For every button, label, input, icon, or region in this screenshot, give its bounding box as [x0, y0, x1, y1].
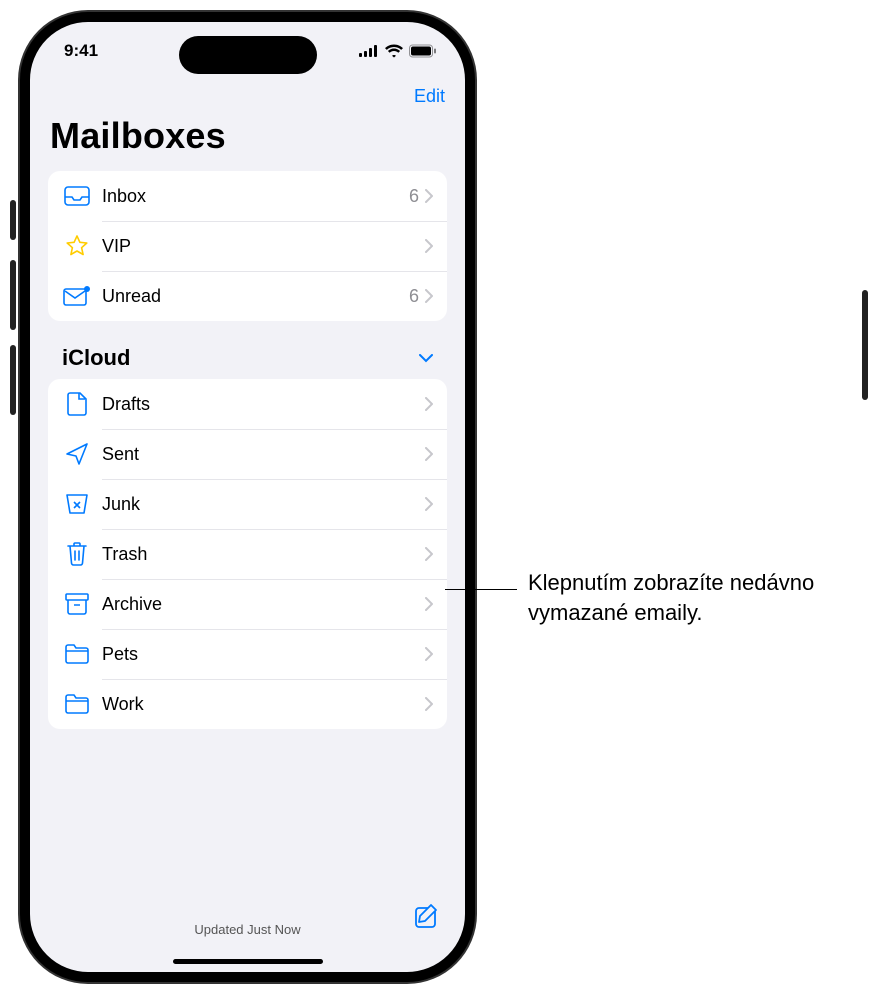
archive-icon — [62, 589, 92, 619]
mailbox-label: Archive — [102, 594, 425, 615]
section-header-icloud[interactable]: iCloud — [30, 321, 465, 379]
mailbox-label: Inbox — [102, 186, 409, 207]
bottom-toolbar: Updated Just Now — [30, 886, 465, 972]
drafts-icon — [62, 389, 92, 419]
trash-icon — [62, 539, 92, 569]
mailbox-row-vip[interactable]: VIP — [48, 221, 447, 271]
status-time: 9:41 — [64, 41, 98, 61]
inbox-icon — [62, 181, 92, 211]
edit-button[interactable]: Edit — [414, 86, 445, 107]
mailbox-count: 6 — [409, 186, 419, 207]
mailbox-row-unread[interactable]: Unread 6 — [48, 271, 447, 321]
chevron-right-icon — [425, 497, 433, 511]
home-indicator — [173, 959, 323, 964]
chevron-right-icon — [425, 597, 433, 611]
sent-icon — [62, 439, 92, 469]
mailbox-label: VIP — [102, 236, 425, 257]
mailbox-label: Drafts — [102, 394, 425, 415]
folder-icon — [62, 639, 92, 669]
mailbox-label: Sent — [102, 444, 425, 465]
mailbox-row-drafts[interactable]: Drafts — [48, 379, 447, 429]
mailbox-label: Unread — [102, 286, 409, 307]
mailbox-icloud-group: Drafts Sent Junk Trash — [48, 379, 447, 729]
folder-icon — [62, 689, 92, 719]
mailbox-row-pets[interactable]: Pets — [48, 629, 447, 679]
mailbox-top-group: Inbox 6 VIP Unread 6 — [48, 171, 447, 321]
mailbox-label: Junk — [102, 494, 425, 515]
iphone-frame: 9:41 Edit Mailboxes Inbox 6 VIP — [20, 12, 475, 982]
unread-icon — [62, 281, 92, 311]
chevron-right-icon — [425, 289, 433, 303]
star-icon — [62, 231, 92, 261]
chevron-right-icon — [425, 397, 433, 411]
mailbox-label: Pets — [102, 644, 425, 665]
cellular-icon — [359, 44, 379, 58]
section-title: iCloud — [62, 345, 130, 371]
chevron-right-icon — [425, 239, 433, 253]
chevron-right-icon — [425, 189, 433, 203]
mailbox-label: Trash — [102, 544, 425, 565]
callout-line — [445, 589, 517, 590]
dynamic-island — [179, 36, 317, 74]
battery-icon — [409, 44, 437, 58]
mailbox-label: Work — [102, 694, 425, 715]
chevron-right-icon — [425, 647, 433, 661]
chevron-down-icon — [419, 354, 433, 363]
junk-icon — [62, 489, 92, 519]
compose-icon — [413, 902, 441, 930]
mailbox-row-sent[interactable]: Sent — [48, 429, 447, 479]
chevron-right-icon — [425, 697, 433, 711]
wifi-icon — [385, 44, 403, 58]
page-title: Mailboxes — [30, 107, 465, 171]
callout-text: Klepnutím zobrazíte nedávno vymazané ema… — [528, 568, 868, 627]
chevron-right-icon — [425, 447, 433, 461]
mailbox-count: 6 — [409, 286, 419, 307]
chevron-right-icon — [425, 547, 433, 561]
nav-bar: Edit — [30, 80, 465, 107]
compose-button[interactable] — [413, 902, 441, 933]
mailbox-row-work[interactable]: Work — [48, 679, 447, 729]
mailbox-row-archive[interactable]: Archive — [48, 579, 447, 629]
mailbox-row-inbox[interactable]: Inbox 6 — [48, 171, 447, 221]
sync-status: Updated Just Now — [194, 922, 300, 937]
mailbox-row-trash[interactable]: Trash — [48, 529, 447, 579]
mailbox-row-junk[interactable]: Junk — [48, 479, 447, 529]
